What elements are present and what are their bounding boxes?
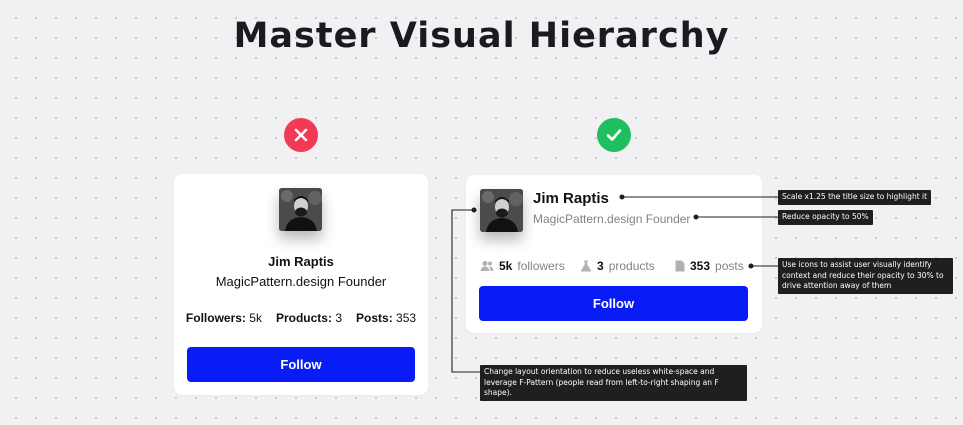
avatar — [480, 189, 523, 232]
stat-value: 3 — [597, 259, 604, 273]
stat-label: posts — [715, 259, 744, 273]
stat-value: 353 — [690, 259, 711, 273]
stat-value: 5k — [249, 311, 262, 325]
stat-posts: Posts: 353 — [356, 311, 416, 325]
bad-example-badge — [284, 118, 318, 152]
stat-label: followers — [517, 259, 565, 273]
good-example-badge — [597, 118, 631, 152]
profile-name: Jim Raptis — [268, 254, 334, 269]
profile-subtitle: MagicPattern.design Founder — [215, 274, 387, 289]
profile-name: Jim Raptis — [533, 190, 609, 207]
close-icon — [294, 128, 308, 142]
stat-products: 3 products — [580, 259, 655, 273]
flask-icon — [580, 260, 592, 272]
stat-label: Posts: — [356, 311, 393, 325]
avatar — [279, 188, 322, 231]
annotation-opacity: Reduce opacity to 50% — [778, 210, 873, 225]
stat-posts: 353 posts — [675, 259, 744, 273]
follow-button[interactable]: Follow — [187, 347, 415, 382]
stat-followers: 5k followers — [480, 259, 565, 273]
stat-value: 353 — [396, 311, 417, 325]
stat-label: Products: — [275, 311, 332, 325]
stat-value: 3 — [335, 311, 343, 325]
stat-products: Products: 3 — [276, 311, 342, 325]
profile-card-bad: Jim Raptis MagicPattern.design Founder F… — [174, 174, 428, 395]
document-icon — [675, 260, 685, 272]
annotation-icons: Use icons to assist user visually identi… — [778, 258, 953, 294]
stat-value: 5k — [499, 259, 513, 273]
stat-label: Followers: — [185, 311, 246, 325]
profile-card-good: Jim Raptis MagicPattern.design Founder 5… — [466, 175, 762, 333]
annotation-title-scale: Scale x1.25 the title size to highlight … — [778, 190, 932, 205]
stat-followers: Followers: 5k — [186, 311, 262, 325]
profile-stats: Followers: 5k Products: 3 Posts: 353 — [174, 311, 428, 325]
follow-button[interactable]: Follow — [479, 286, 748, 321]
stat-label: products — [608, 259, 655, 273]
page-title: Master Visual Hierarchy — [233, 16, 730, 56]
profile-subtitle: MagicPattern.design Founder — [533, 212, 691, 226]
check-icon — [606, 129, 622, 141]
annotation-layout: Change layout orientation to reduce usel… — [480, 365, 747, 401]
users-icon — [480, 260, 494, 272]
